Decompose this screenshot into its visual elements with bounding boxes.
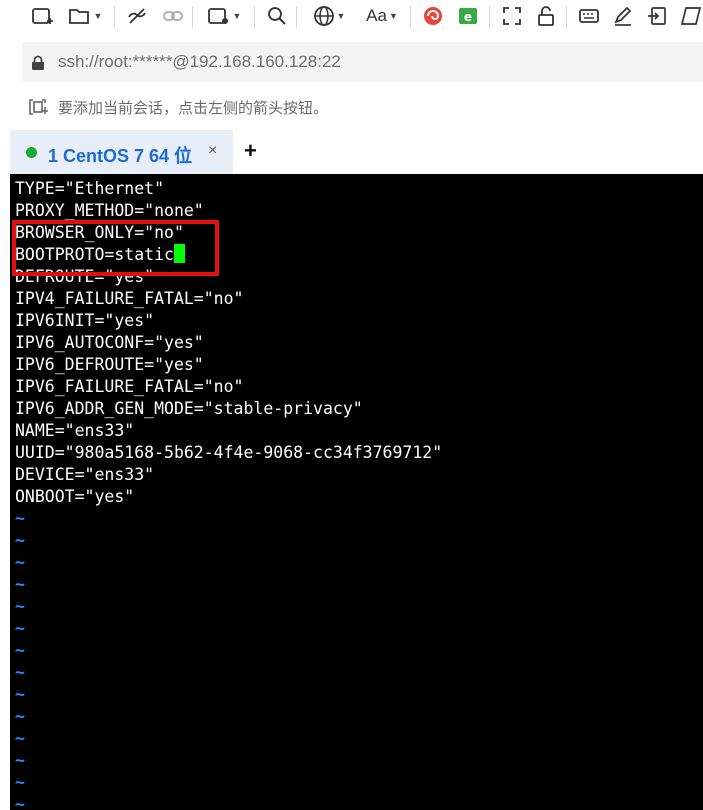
highlight-box [12, 220, 219, 276]
fullscreen-icon[interactable] [499, 4, 525, 28]
empty-line-tilde: ~ [15, 707, 25, 726]
empty-line-tilde: ~ [15, 795, 25, 810]
open-folder-icon[interactable]: ▼ [62, 4, 108, 28]
new-tab-button[interactable]: + [244, 138, 257, 164]
empty-line-tilde: ~ [15, 641, 25, 660]
address-text: ssh://root:******@192.168.160.128:22 [58, 52, 341, 71]
empty-line-tilde: ~ [15, 553, 25, 572]
toolbar-separator [254, 6, 255, 28]
terminal-line: IPV6_DEFROUTE="yes" [15, 355, 204, 374]
xftp-icon[interactable]: e [455, 4, 481, 28]
script-icon[interactable] [678, 4, 703, 28]
app-icon[interactable] [420, 4, 446, 28]
disconnect-icon[interactable] [124, 4, 150, 28]
terminal-line: IPV6_AUTOCONF="yes" [15, 333, 204, 352]
keyboard-icon[interactable] [576, 4, 602, 28]
toolbar-separator [566, 6, 567, 28]
empty-line-tilde: ~ [15, 751, 25, 770]
terminal-line: ONBOOT="yes" [15, 487, 135, 506]
terminal-line: UUID="980a5168-5b62-4f4e-9068-cc34f37697… [15, 443, 443, 462]
toolbar: ▼ ▼ ▼ Aa ▼ e [0, 0, 703, 36]
terminal-line: TYPE="Ethernet" [15, 179, 165, 198]
link-icon[interactable] [160, 4, 186, 28]
terminal-line: NAME="ens33" [15, 421, 135, 440]
terminal[interactable]: TYPE="Ethernet" PROXY_METHOD="none" BROWSE… [10, 174, 703, 810]
empty-line-tilde: ~ [15, 773, 25, 792]
empty-line-tilde: ~ [15, 597, 25, 616]
terminal-line: IPV6INIT="yes" [15, 311, 155, 330]
terminal-line: IPV6_FAILURE_FATAL="no" [15, 377, 244, 396]
toolbar-separator [114, 6, 115, 28]
empty-line-tilde: ~ [15, 663, 25, 682]
terminal-line: IPV4_FAILURE_FATAL="no" [15, 289, 244, 308]
connection-status-icon [26, 147, 37, 158]
empty-line-tilde: ~ [15, 575, 25, 594]
empty-line-tilde: ~ [15, 729, 25, 748]
empty-line-tilde: ~ [15, 619, 25, 638]
toolbar-separator [410, 6, 411, 28]
hint-text: 要添加当前会话，点击左侧的箭头按钮。 [58, 100, 329, 117]
compose-icon[interactable] [610, 4, 636, 28]
lock-icon [31, 55, 45, 76]
tab-label: 1 CentOS 7 64 位 [48, 146, 193, 166]
empty-line-tilde: ~ [15, 509, 25, 528]
toolbar-separator [489, 6, 490, 28]
terminal-line: DEVICE="ens33" [15, 465, 155, 484]
toolbar-separator [192, 6, 193, 28]
add-session-icon[interactable] [28, 98, 50, 120]
empty-line-tilde: ~ [15, 685, 25, 704]
svg-text:e: e [464, 10, 472, 24]
new-window-icon[interactable]: ▼ [200, 4, 248, 28]
font-icon[interactable]: Aa ▼ [360, 4, 404, 28]
terminal-line: IPV6_ADDR_GEN_MODE="stable-privacy" [15, 399, 363, 418]
toolbar-separator [296, 6, 297, 28]
terminal-line: PROXY_METHOD="none" [15, 201, 204, 220]
close-icon[interactable]: × [208, 142, 217, 160]
search-icon[interactable] [264, 4, 290, 28]
empty-line-tilde: ~ [15, 531, 25, 550]
tab-centos[interactable]: 1 CentOS 7 64 位 × [10, 130, 233, 174]
lock-icon[interactable] [533, 4, 559, 28]
transfer-icon[interactable] [644, 4, 670, 28]
globe-icon[interactable]: ▼ [306, 4, 352, 28]
new-session-icon[interactable] [30, 4, 56, 28]
address-bar[interactable]: ssh://root:******@192.168.160.128:22 [22, 42, 703, 82]
